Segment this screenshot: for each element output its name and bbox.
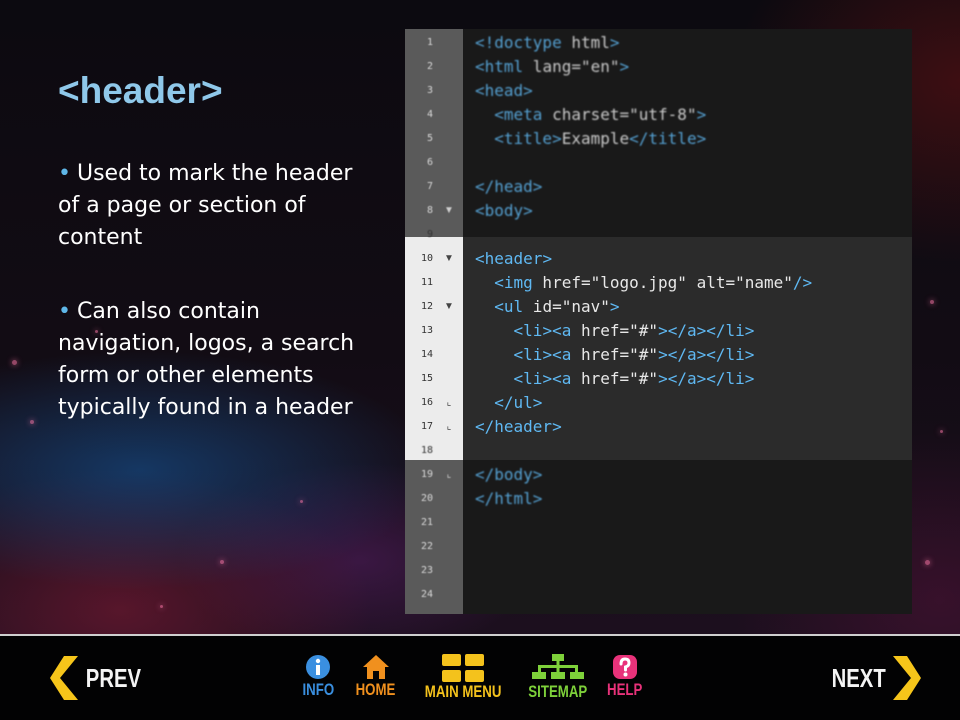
- sparkle: [160, 605, 163, 608]
- code-text: <ul id="nav">: [494, 297, 620, 316]
- main-menu-label: MAIN MENU: [424, 682, 502, 701]
- help-icon: [612, 655, 637, 679]
- line-number: 16: [420, 397, 433, 408]
- home-label: HOME: [355, 680, 396, 699]
- line-number: 3: [426, 85, 433, 96]
- line-number: 12: [420, 301, 433, 312]
- prev-button[interactable]: PREV: [50, 656, 149, 700]
- line-number: 23: [420, 565, 433, 576]
- code-text: <li><a href="#"></a></li>: [513, 369, 755, 388]
- fold-marker-icon[interactable]: ⌞: [443, 415, 455, 439]
- line-number: 22: [420, 541, 433, 552]
- bullet-text: Used to mark the header of a page or sec…: [58, 161, 353, 250]
- code-text: </ul>: [494, 393, 543, 412]
- bullet-item: • Used to mark the header of a page or se…: [58, 158, 358, 254]
- code-text: </html>: [475, 489, 543, 508]
- chevron-left-icon: [50, 656, 78, 700]
- bullet-marker: •: [58, 299, 71, 324]
- sparkle: [12, 360, 17, 365]
- line-number: 10: [420, 253, 433, 264]
- code-text: <li><a href="#"></a></li>: [513, 345, 755, 364]
- line-number: 8: [426, 205, 433, 216]
- line-number: 11: [420, 277, 433, 288]
- main-menu-button[interactable]: MAIN MENU: [414, 654, 512, 702]
- code-text: </body>: [475, 465, 543, 484]
- line-number: 1: [426, 37, 433, 48]
- prev-label: PREV: [85, 662, 142, 693]
- sitemap-icon: [531, 654, 584, 679]
- code-text: <img href="logo.jpg" alt="name"/>: [494, 273, 813, 292]
- code-text: </head>: [475, 177, 543, 196]
- line-number: 14: [420, 349, 433, 360]
- code-text: <!doctype html>: [475, 33, 620, 52]
- sitemap-button[interactable]: SITEMAP: [520, 654, 596, 702]
- code-text: <head>: [475, 81, 533, 100]
- grid-menu-icon: [442, 654, 485, 682]
- line-number: 6: [426, 157, 433, 168]
- line-number: 17: [420, 421, 433, 432]
- line-number: 20: [420, 493, 433, 504]
- line-number: 21: [420, 517, 433, 528]
- info-button[interactable]: INFO: [298, 654, 339, 700]
- bullet-item: • Can also contain navigation, logos, a s…: [58, 296, 358, 424]
- line-number: 19: [420, 469, 433, 480]
- line-number: 2: [426, 61, 433, 72]
- help-button[interactable]: HELP: [602, 654, 647, 700]
- code-text: <title>Example</title>: [494, 129, 707, 148]
- home-icon: [362, 655, 389, 679]
- next-button[interactable]: NEXT: [824, 656, 922, 700]
- line-number: 13: [420, 325, 433, 336]
- bullet-list: • Used to mark the header of a page or se…: [58, 158, 358, 466]
- info-label: INFO: [302, 680, 335, 699]
- line-number: 5: [426, 133, 433, 144]
- sparkle: [940, 430, 943, 433]
- fold-marker-icon[interactable]: ⌞: [443, 391, 455, 415]
- sparkle: [925, 560, 930, 565]
- sparkle: [30, 420, 34, 424]
- bullet-marker: •: [58, 161, 71, 186]
- bullet-text: Can also contain navigation, logos, a se…: [58, 299, 355, 420]
- sparkle: [300, 500, 303, 503]
- line-number: 7: [426, 181, 433, 192]
- line-number: 15: [420, 373, 433, 384]
- fold-marker-icon[interactable]: ▼: [443, 199, 455, 223]
- sparkle: [930, 300, 934, 304]
- help-label: HELP: [606, 680, 643, 699]
- code-text: <li><a href="#"></a></li>: [513, 321, 755, 340]
- chevron-right-icon: [893, 656, 922, 700]
- line-number: 4: [426, 109, 433, 120]
- fold-marker-icon[interactable]: ▼: [443, 295, 455, 319]
- code-text: <html lang="en">: [475, 57, 630, 76]
- code-screenshot: 1 <!doctype html> 2 <html lang="en"> 3 <head>…: [405, 29, 912, 614]
- line-number: 24: [420, 589, 433, 600]
- line-number: 18: [420, 445, 433, 456]
- code-text: </header>: [475, 417, 562, 436]
- home-button[interactable]: HOME: [350, 654, 401, 700]
- code-text: <header>: [475, 249, 553, 268]
- slide-area: <header> • Used to mark the header of a p…: [0, 0, 960, 634]
- sparkle: [220, 560, 224, 564]
- fold-marker-icon[interactable]: ▼: [443, 247, 455, 271]
- next-label: NEXT: [831, 662, 886, 693]
- line-number: 9: [426, 229, 433, 240]
- navigation-bar: PREV INFO HOME MAIN MENU SITEMAP HELP NE…: [0, 634, 960, 720]
- sitemap-label: SITEMAP: [528, 682, 588, 701]
- code-text: <body>: [475, 201, 533, 220]
- info-icon: [306, 655, 331, 679]
- slide-title: <header>: [58, 70, 223, 111]
- fold-marker-icon[interactable]: ⌞: [443, 463, 455, 487]
- code-text: <meta charset="utf-8">: [494, 105, 707, 124]
